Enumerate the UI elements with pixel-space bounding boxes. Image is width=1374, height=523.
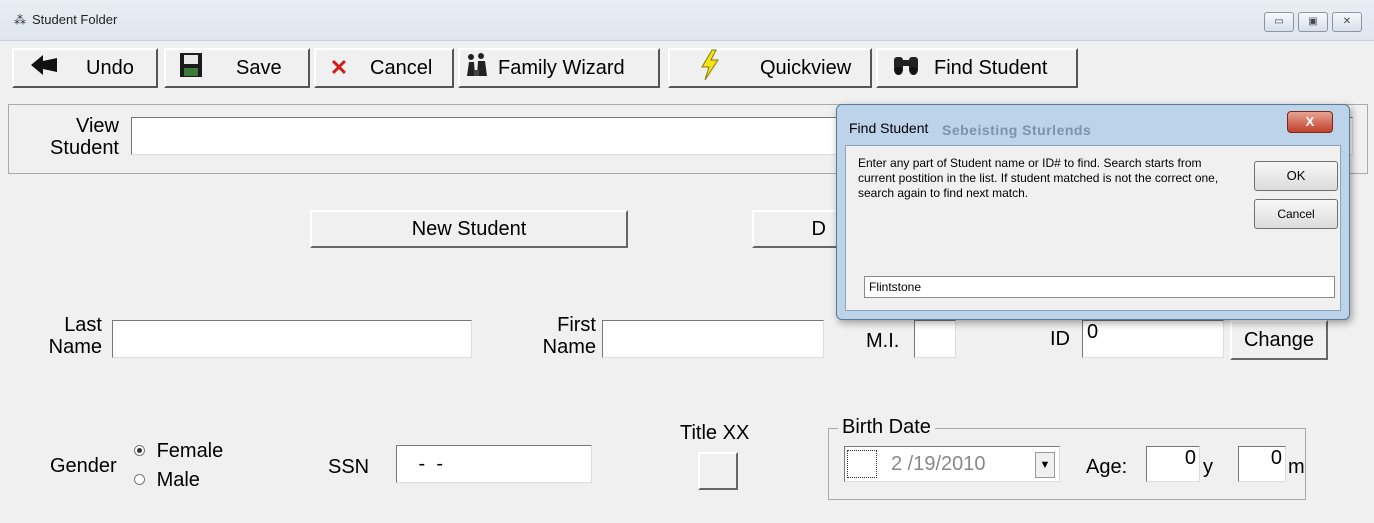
- red-x-icon: ✕: [329, 55, 349, 80]
- find-student-label: Find Student: [934, 56, 1048, 79]
- close-button[interactable]: ✕: [1332, 12, 1362, 32]
- dialog-ok-button[interactable]: OK: [1254, 161, 1338, 191]
- view-student-label: View Student: [50, 115, 119, 159]
- title-xx-label: Title XX: [680, 422, 750, 444]
- undo-label: Undo: [86, 56, 134, 79]
- age-years-field[interactable]: 0: [1146, 446, 1200, 482]
- dialog-title: Find Student: [849, 120, 929, 136]
- find-student-input[interactable]: Flintstone: [864, 276, 1335, 298]
- first-name-field[interactable]: [602, 320, 824, 358]
- title-bar: ⁂ Student Folder ▭ ▣ ✕: [0, 0, 1374, 41]
- mi-field[interactable]: [914, 320, 956, 358]
- age-months-field[interactable]: 0: [1238, 446, 1286, 482]
- view-student-label-line1: View: [76, 115, 119, 137]
- last-name-label-line2: Name: [48, 336, 102, 358]
- gender-female-option[interactable]: Female: [134, 440, 223, 462]
- quickview-button[interactable]: Quickview: [668, 48, 872, 88]
- family-wizard-label: Family Wizard: [498, 56, 625, 79]
- age-label: Age:: [1086, 456, 1128, 478]
- dialog-body: Enter any part of Student name or ID# to…: [845, 145, 1341, 311]
- first-name-label: First Name: [530, 314, 596, 358]
- binoculars-icon: [878, 53, 934, 83]
- age-years-unit: y: [1203, 456, 1213, 478]
- chevron-down-icon[interactable]: ▼: [1035, 452, 1055, 478]
- first-name-label-line1: First: [557, 314, 596, 336]
- last-name-label: Last Name: [40, 314, 102, 358]
- minimize-button[interactable]: ▭: [1264, 12, 1294, 32]
- window-title: Student Folder: [32, 12, 118, 27]
- undo-arrow-icon: [14, 52, 74, 84]
- family-wizard-button[interactable]: Family Wizard: [458, 48, 660, 88]
- last-name-label-line1: Last: [64, 314, 102, 336]
- find-student-dialog: Find Student Sebeisting Sturlends X Ente…: [836, 104, 1350, 320]
- quickview-label: Quickview: [760, 56, 852, 79]
- undo-button[interactable]: Undo: [12, 48, 158, 88]
- gender-label: Gender: [50, 455, 117, 477]
- birth-date-value: 2 /19/2010: [891, 453, 986, 475]
- birth-date-group-label: Birth Date: [838, 416, 935, 438]
- female-radio[interactable]: [134, 445, 145, 456]
- floppy-disk-icon: [166, 52, 216, 84]
- id-field[interactable]: 0: [1082, 320, 1224, 358]
- birth-date-picker[interactable]: 2 /19/2010 ▼: [844, 446, 1060, 482]
- age-months-unit: m: [1288, 456, 1305, 478]
- female-label: Female: [156, 440, 224, 462]
- change-id-button[interactable]: Change: [1230, 320, 1328, 360]
- mi-label: M.I.: [866, 330, 900, 352]
- dialog-cancel-button[interactable]: Cancel: [1254, 199, 1338, 229]
- new-student-button[interactable]: New Student: [310, 210, 628, 248]
- cancel-label: Cancel: [370, 56, 433, 79]
- view-student-label-line2: Student: [50, 137, 119, 159]
- find-student-button[interactable]: Find Student: [876, 48, 1078, 88]
- gender-male-option[interactable]: Male: [134, 469, 200, 491]
- app-icon: ⁂: [14, 13, 26, 27]
- dialog-message: Enter any part of Student name or ID# to…: [858, 156, 1219, 200]
- male-radio[interactable]: [134, 474, 145, 485]
- maximize-button[interactable]: ▣: [1298, 12, 1328, 32]
- title-xx-checkbox[interactable]: [698, 452, 738, 490]
- lightning-icon: [670, 49, 750, 87]
- dialog-close-button[interactable]: X: [1287, 111, 1333, 133]
- save-button[interactable]: Save: [164, 48, 310, 88]
- birth-date-checkbox[interactable]: [847, 450, 877, 478]
- toolbar: Undo Save ✕ Cancel Family Wizard Quickvi…: [0, 46, 1374, 94]
- save-label: Save: [236, 56, 282, 79]
- ssn-field[interactable]: - -: [396, 445, 592, 483]
- ssn-label: SSN: [328, 456, 370, 478]
- id-label: ID: [1050, 328, 1070, 350]
- dialog-background-title: Sebeisting Sturlends: [942, 122, 1092, 138]
- first-name-label-line2: Name: [542, 336, 596, 358]
- male-label: Male: [156, 469, 200, 491]
- family-icon: [460, 52, 494, 84]
- student-folder-window: ⁂ Student Folder ▭ ▣ ✕ Undo Save ✕ Cance…: [0, 0, 1374, 523]
- last-name-field[interactable]: [112, 320, 472, 358]
- cancel-button[interactable]: ✕ Cancel: [314, 48, 454, 88]
